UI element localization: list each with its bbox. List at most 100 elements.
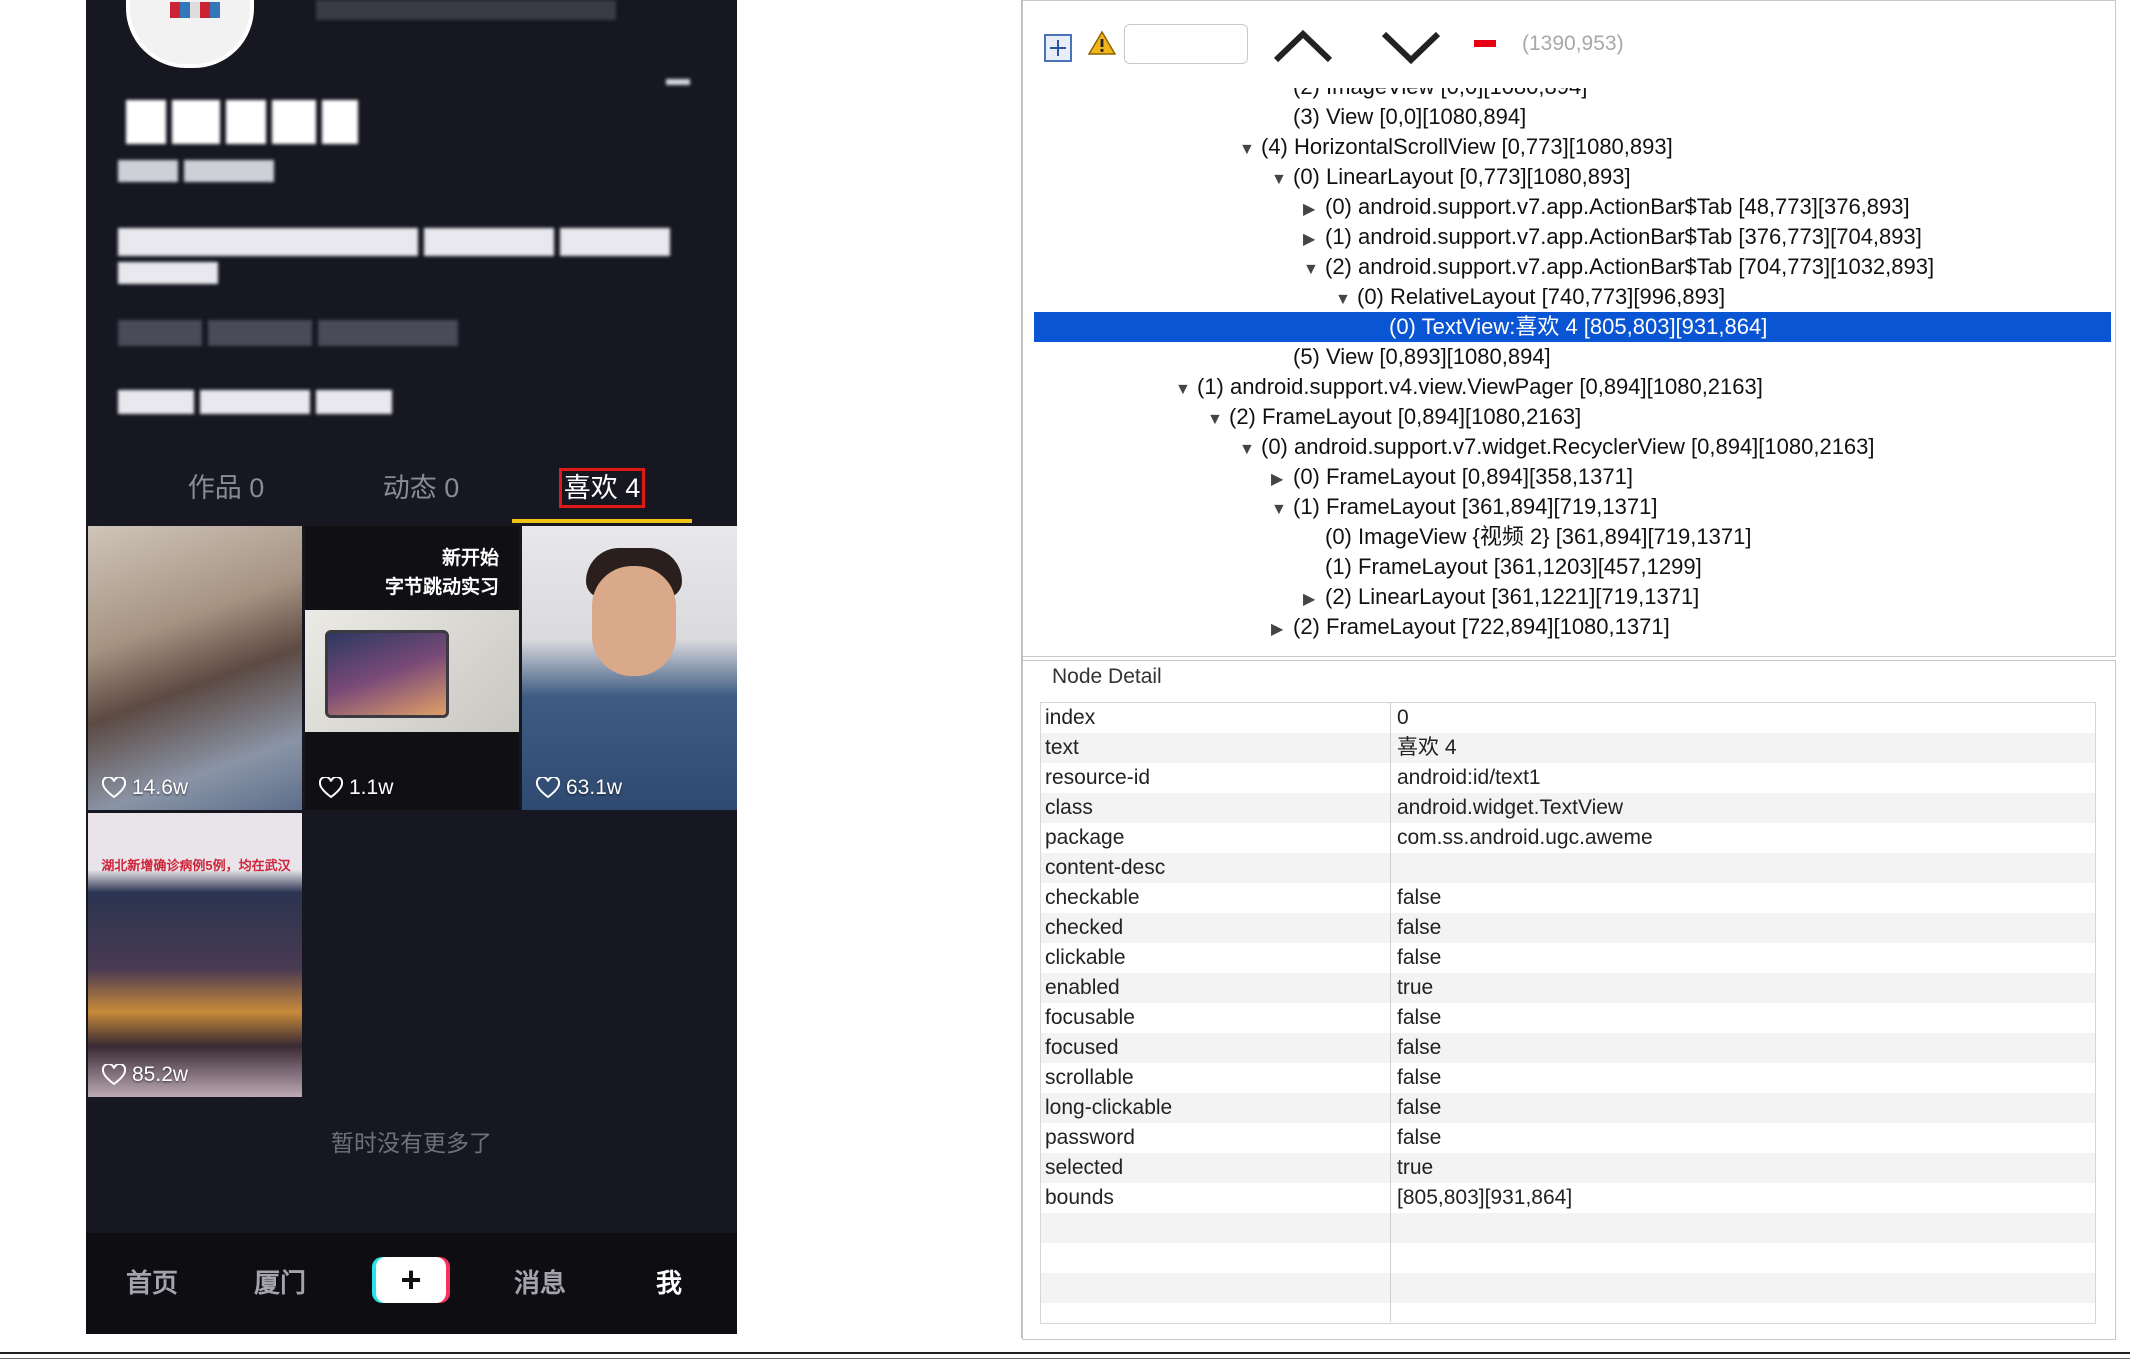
detail-value: false [1397,1126,1442,1149]
detail-row[interactable]: scrollable false [1041,1063,2095,1093]
tree-node[interactable]: ▼ (4) HorizontalScrollView [0,773][1080,8… [1239,132,1673,162]
collapse-triangle-icon[interactable]: ▼ [1175,375,1197,405]
column-divider[interactable] [1390,702,1391,1322]
detail-value: true [1397,976,1434,999]
detail-row[interactable] [1041,1243,2095,1273]
selected-tab-indicator [512,519,692,523]
detail-key: clickable [1045,946,1126,969]
tree-node[interactable]: ▼ (0) RelativeLayout [740,773][996,893] [1335,282,1725,312]
heart-icon [536,777,560,799]
detail-row[interactable]: focused false [1041,1033,2095,1063]
expand-triangle-icon[interactable]: ▶ [1303,225,1325,255]
detail-row[interactable] [1041,1273,2095,1303]
detail-key: class [1045,796,1093,819]
collapse-triangle-icon[interactable]: ▼ [1303,255,1325,285]
video-tile[interactable]: 新开始 字节跳动实习 1.1w [305,526,519,810]
detail-row[interactable]: bounds [805,803][931,864] [1041,1183,2095,1213]
nav-city[interactable]: 厦门 [254,1263,306,1300]
detail-key: bounds [1045,1186,1114,1209]
tree-node-label: (1) FrameLayout [361,894][719,1371] [1293,494,1658,519]
no-more-label: 暂时没有更多了 [331,1130,492,1156]
detail-row[interactable]: package com.ss.android.ugc.aweme [1041,823,2095,853]
detail-row[interactable]: focusable false [1041,1003,2095,1033]
detail-row[interactable]: text 喜欢 4 [1041,733,2095,763]
tree-node-label: (0) android.support.v7.app.ActionBar$Tab… [1325,194,1910,219]
tree-node[interactable]: ▶ (0) android.support.v7.app.ActionBar$Ta… [1303,192,1910,222]
detail-key: content-desc [1045,856,1166,879]
detail-row[interactable]: class android.widget.TextView [1041,793,2095,823]
detail-row[interactable]: checkable false [1041,883,2095,913]
tree-node[interactable]: ▼ (0) android.support.v7.widget.RecyclerV… [1239,432,1875,462]
collapse-triangle-icon[interactable]: ▼ [1239,135,1261,165]
tree-node[interactable]: (0) ImageView {视频 2} [361,894][719,1371] [1303,522,1751,552]
warning-icon[interactable] [1088,30,1116,56]
expand-triangle-icon[interactable]: ▶ [1303,195,1325,225]
minus-icon[interactable] [1474,40,1496,47]
collapse-triangle-icon[interactable]: ▼ [1271,495,1293,525]
expand-triangle-icon[interactable]: ▶ [1303,585,1325,615]
detail-row[interactable]: enabled true [1041,973,2095,1003]
node-detail-title: Node Detail [1052,665,1162,688]
detail-row[interactable]: clickable false [1041,943,2095,973]
create-button[interactable]: + [376,1257,446,1303]
filter-input[interactable] [1124,24,1248,64]
detail-row[interactable]: resource-id android:id/text1 [1041,763,2095,793]
detail-row[interactable]: long-clickable false [1041,1093,2095,1123]
tab-works[interactable]: 作品 0 [156,456,296,520]
detail-row[interactable]: selected true [1041,1153,2095,1183]
tree-node-label: (2) ImageView [0,0][1080,894] [1293,88,1587,99]
nav-home[interactable]: 首页 [126,1263,178,1300]
tree-node[interactable]: (3) View [0,0][1080,894] [1271,102,1526,132]
detail-row[interactable]: checked false [1041,913,2095,943]
detail-key: package [1045,826,1125,849]
tree-node-selected[interactable]: (0) TextView:喜欢 4 [805,803][931,864] [1034,312,2111,342]
video-tile[interactable]: 湖北新增确诊病例5例，均在武汉 85.2w [88,813,302,1097]
down-chevron-icon[interactable] [1378,28,1444,64]
collapse-triangle-icon[interactable]: ▼ [1271,165,1293,195]
detail-value: false [1397,916,1442,939]
detail-row[interactable]: index 0 [1041,703,2095,733]
tree-node[interactable]: ▶ (0) FrameLayout [0,894][358,1371] [1271,462,1633,492]
expand-triangle-icon[interactable]: ▶ [1271,465,1293,495]
tree-node-label: (0) ImageView {视频 2} [361,894][719,1371] [1325,524,1752,549]
expand-all-icon[interactable] [1044,34,1072,62]
nav-messages[interactable]: 消息 [514,1263,566,1300]
tab-likes[interactable]: 喜欢 4 [512,456,692,520]
video-tile[interactable]: 63.1w [522,526,737,810]
detail-row[interactable]: content-desc [1041,853,2095,883]
tree-node[interactable]: ▼ (2) android.support.v7.app.ActionBar$Ta… [1303,252,1934,282]
video-tile[interactable]: 14.6w [88,526,302,810]
tree-node[interactable]: (1) FrameLayout [361,1203][457,1299] [1303,552,1702,582]
tree-node-label: (1) android.support.v7.app.ActionBar$Tab… [1325,224,1922,249]
detail-row[interactable] [1041,1303,2095,1323]
collapse-triangle-icon[interactable]: ▼ [1207,405,1229,435]
tab-moments[interactable]: 动态 0 [351,456,491,520]
nav-me[interactable]: 我 [656,1263,682,1300]
tree-node[interactable]: (5) View [0,893][1080,894] [1271,342,1551,372]
tree-node[interactable]: ▶ (2) FrameLayout [722,894][1080,1371] [1271,612,1670,642]
node-detail-table[interactable]: index 0 text 喜欢 4 resource-id android:id/text… [1040,702,2096,1324]
detail-value: false [1397,1036,1442,1059]
detail-value: 0 [1397,706,1409,729]
tree-node[interactable]: ▼ (2) FrameLayout [0,894][1080,2163] [1207,402,1581,432]
detail-key: long-clickable [1045,1096,1173,1119]
collapse-triangle-icon[interactable]: ▼ [1239,435,1261,465]
tree-node[interactable]: ▶ (1) android.support.v7.app.ActionBar$Ta… [1303,222,1922,252]
expand-triangle-icon[interactable]: ▶ [1271,615,1293,644]
up-chevron-icon[interactable] [1270,28,1336,64]
detail-row[interactable] [1041,1213,2095,1243]
device-screenshot[interactable]: 作品 0 动态 0 喜欢 4 14.6w 新开始 字节跳动实习 1.1w 63.1… [86,0,737,1334]
like-count: 85.2w [102,1063,188,1087]
detail-key: enabled [1045,976,1120,999]
detail-key: scrollable [1045,1066,1134,1089]
tree-node[interactable]: ▼ (1) android.support.v4.view.ViewPager [… [1175,372,1763,402]
tree-node[interactable]: ▼ (1) FrameLayout [361,894][719,1371] [1271,492,1657,522]
collapse-triangle-icon[interactable]: ▼ [1335,285,1357,315]
tree-node[interactable]: ▼ (0) LinearLayout [0,773][1080,893] [1271,162,1631,192]
tree-node[interactable]: ▶ (2) LinearLayout [361,1221][719,1371] [1303,582,1699,612]
tree-node[interactable]: (2) ImageView [0,0][1080,894] [1271,88,1587,102]
hierarchy-tree[interactable]: (2) ImageView [0,0][1080,894] (3) View [0… [1022,88,2114,644]
heart-icon [102,777,126,799]
detail-row[interactable]: password false [1041,1123,2095,1153]
detail-value: [805,803][931,864] [1397,1186,1573,1209]
